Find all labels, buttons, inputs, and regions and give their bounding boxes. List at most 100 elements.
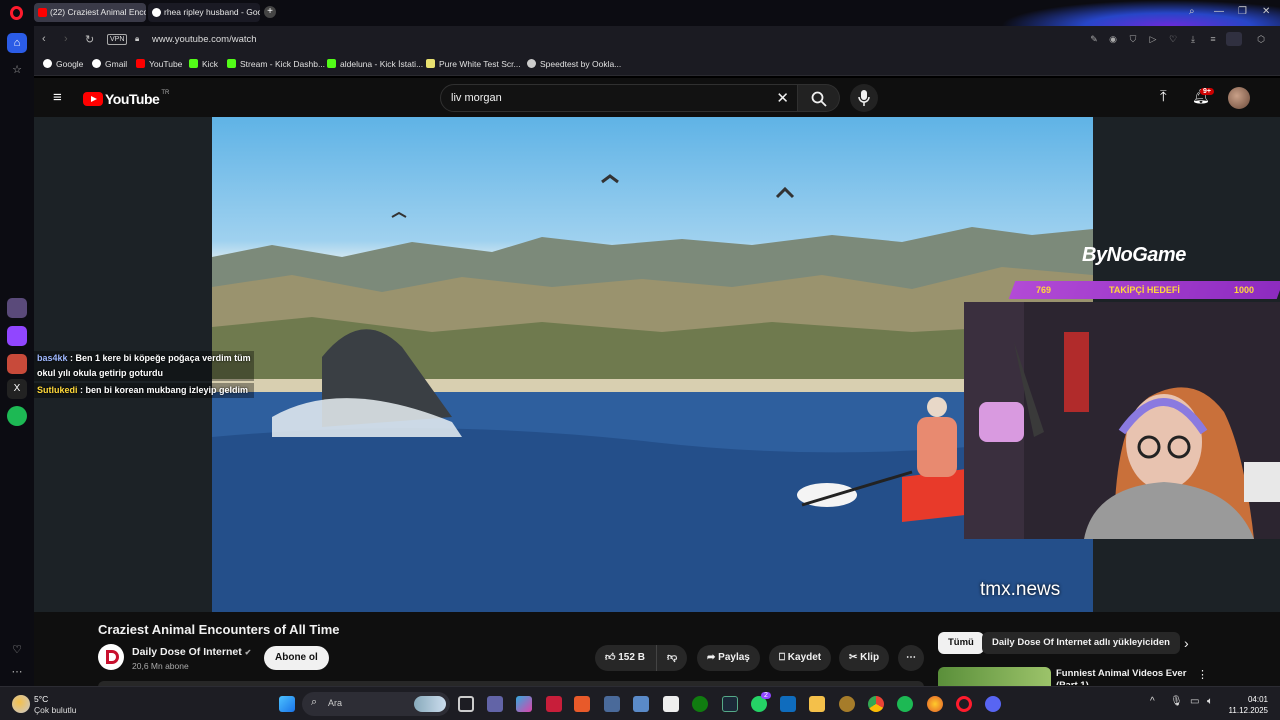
recommended-thumbnail[interactable] [938, 667, 1051, 687]
chevron-right-icon[interactable]: › [1184, 635, 1189, 651]
maximize-button[interactable]: ❐ [1238, 6, 1247, 17]
bookmark-stream-kick[interactable]: Stream - Kick Dashb... [227, 59, 325, 69]
teams-icon[interactable] [487, 696, 503, 712]
channel-name[interactable]: Daily Dose Of Internet ✔ [132, 646, 251, 658]
search-button[interactable] [798, 84, 840, 112]
app-icon[interactable] [839, 696, 855, 712]
save-button[interactable]: ⎕ Kaydet [769, 645, 832, 671]
file-explorer-icon[interactable] [809, 696, 825, 712]
taskbar-search-input[interactable]: Ara [328, 698, 342, 708]
weather-description[interactable]: Çok bulutlu [34, 705, 77, 715]
hamburger-icon[interactable]: ≡ [53, 89, 62, 106]
app-icon[interactable] [604, 696, 620, 712]
spotify-icon[interactable] [7, 406, 27, 426]
close-button[interactable]: ✕ [1262, 6, 1270, 17]
xbox-icon[interactable] [692, 696, 708, 712]
subscribe-button[interactable]: Abone ol [264, 646, 329, 670]
settings-icon[interactable]: ⬡ [1256, 34, 1266, 44]
tray-chevron-icon[interactable]: ^ [1150, 696, 1155, 707]
chip-all[interactable]: Tümü [938, 632, 984, 654]
profile-icon[interactable] [1226, 32, 1242, 46]
channel-avatar[interactable] [98, 644, 124, 670]
lock-icon: 🔒︎ [135, 34, 140, 43]
twitch-icon[interactable] [7, 326, 27, 346]
start-icon[interactable] [279, 696, 295, 712]
volume-icon[interactable]: 🔈︎ [1207, 696, 1213, 707]
video-frame[interactable] [212, 117, 1093, 612]
google-icon [92, 59, 101, 68]
tab-google[interactable]: rhea ripley husband - Goo [148, 3, 260, 22]
player-icon[interactable]: ▷ [1148, 34, 1158, 44]
bookmarks-bar: Google Gmail YouTube Kick Stream - Kick … [34, 54, 1280, 76]
menu-icon[interactable]: ≡ [1208, 34, 1218, 44]
chrome-icon[interactable] [868, 696, 884, 712]
download-icon[interactable]: ⤓ [1188, 34, 1198, 44]
outlook-icon[interactable] [780, 696, 796, 712]
bookmark-gmail[interactable]: Gmail [92, 59, 127, 69]
url-field[interactable]: www.youtube.com/watch [152, 34, 257, 45]
opera-logo-icon[interactable] [10, 6, 23, 20]
forward-icon[interactable]: › [64, 33, 68, 45]
microphone-icon[interactable]: 🎙︎ [1170, 696, 1183, 707]
bookmark-kick[interactable]: Kick [189, 59, 218, 69]
back-icon[interactable]: ‹ [42, 33, 46, 45]
favorites-icon[interactable]: ♡ [1168, 34, 1178, 44]
extension-icon[interactable] [7, 298, 27, 318]
bookmark-google[interactable]: Google [43, 59, 83, 69]
more-actions-button[interactable]: ⋯ [898, 645, 924, 671]
avatar[interactable] [1228, 87, 1250, 109]
more-icon[interactable]: ⋯ [7, 662, 27, 682]
voice-search-button[interactable] [850, 84, 878, 112]
bookmark-speedtest[interactable]: Speedtest by Ookla... [527, 59, 621, 69]
spotify-icon[interactable] [897, 696, 913, 712]
weather-temperature[interactable]: 5°C [34, 694, 48, 704]
search-input[interactable]: liv morgan [451, 92, 502, 104]
share-button[interactable]: ➦ Paylaş [697, 645, 760, 671]
ai-icon[interactable] [7, 354, 27, 374]
heart-icon[interactable]: ♡ [7, 640, 27, 660]
display-icon[interactable]: ▭ [1190, 696, 1199, 707]
video-scene [212, 174, 1093, 612]
taskbar-search[interactable]: ⌕ Ara [302, 692, 450, 716]
steam-icon[interactable] [722, 696, 738, 712]
winrar-icon[interactable] [546, 696, 562, 712]
clip-button[interactable]: ✂ Klip [839, 645, 890, 671]
search-box[interactable]: liv morgan ✕ [440, 84, 798, 112]
camera-icon[interactable]: ◉ [1108, 34, 1118, 44]
clock[interactable]: 04:01 11.12.2025 [1226, 694, 1268, 716]
app-icon[interactable] [633, 696, 649, 712]
upload-icon[interactable]: ⤒ [1160, 88, 1167, 105]
minimize-button[interactable]: — [1214, 6, 1224, 17]
bookmark-aldeluna[interactable]: aldeluna - Kick İstati... [327, 59, 423, 69]
copilot-icon[interactable] [516, 696, 532, 712]
reload-icon[interactable]: ↻ [85, 33, 94, 46]
chip-from-uploader[interactable]: Daily Dose Of Internet adlı yükleyiciden [982, 632, 1180, 654]
dislike-button[interactable]: 👎︎ [656, 645, 688, 671]
kick-icon [227, 59, 236, 68]
star-icon[interactable]: ☆ [7, 60, 27, 80]
pin-icon[interactable] [574, 696, 590, 712]
more-vert-icon[interactable]: ⋮ [1197, 668, 1208, 681]
recommended-title[interactable]: Funniest Animal Videos Ever (Part 1) [1056, 668, 1196, 685]
clear-icon[interactable]: ✕ [776, 89, 789, 107]
tab-youtube[interactable]: (22) Craziest Animal Enco [34, 3, 146, 22]
firefox-icon[interactable] [927, 696, 943, 712]
home-icon[interactable]: ⌂ [7, 33, 27, 53]
epic-games-icon[interactable] [663, 696, 679, 712]
bookmark-pure-white[interactable]: Pure White Test Scr... [426, 59, 521, 69]
shield-icon[interactable]: ⛉ [1128, 34, 1138, 44]
youtube-logo[interactable]: YouTube TR [83, 90, 169, 108]
edit-icon[interactable]: ✎ [1089, 34, 1099, 44]
bookmark-youtube[interactable]: YouTube [136, 59, 182, 69]
new-tab-button[interactable]: + [264, 6, 276, 18]
video-player[interactable]: bas4kk : Ben 1 kere bi köpeğe poğaça ver… [34, 117, 1280, 612]
search-highlight-icon [414, 696, 446, 712]
follow-goal-target: 1000 [1234, 285, 1255, 295]
x-icon[interactable]: X [7, 379, 27, 399]
task-view-icon[interactable] [458, 696, 474, 712]
weather-icon[interactable] [12, 695, 30, 713]
tab-search-icon[interactable]: ⌕ [1189, 6, 1195, 17]
vpn-badge[interactable]: VPN [107, 34, 128, 45]
discord-icon[interactable] [985, 696, 1001, 712]
opera-icon[interactable] [956, 696, 972, 712]
